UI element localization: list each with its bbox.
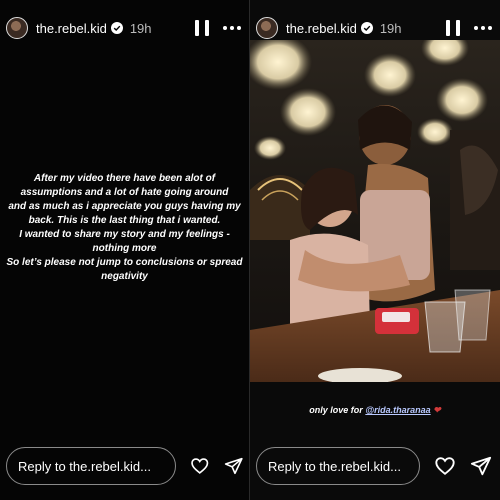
verified-badge-icon [360,22,373,34]
heart-emoji: ❤ [433,405,441,415]
story-text-line: After my video there have been alot of [33,173,216,184]
heart-icon[interactable] [434,455,456,477]
pause-icon[interactable] [446,20,460,36]
story-footer: Reply to the.rebel.kid... [0,446,249,486]
story-text-line: assumptions and a lot of hate going arou… [20,187,229,198]
story-text-line: and as much as i appreciate you guys hav… [8,201,241,212]
story-header: the.rebel.kid 19h [0,10,249,46]
story-footer: Reply to the.rebel.kid... [250,446,500,486]
heart-icon[interactable] [190,455,210,477]
story-photo-image [250,40,500,382]
reply-input[interactable]: Reply to the.rebel.kid... [6,447,176,485]
story-caption: only love for @rida.tharanaa ❤ [250,405,500,416]
more-icon[interactable] [223,26,241,30]
caption-text: only love for [309,405,363,415]
verified-badge-icon [110,22,123,34]
avatar[interactable] [256,17,278,39]
story-text-line: nothing more [92,243,157,254]
username[interactable]: the.rebel.kid [286,21,357,36]
post-time: 19h [129,20,152,36]
story-panel-left: the.rebel.kid 19h After my video there h… [0,0,249,500]
username[interactable]: the.rebel.kid [36,21,107,36]
send-icon[interactable] [224,455,244,477]
mention-link[interactable]: @rida.tharanaa [365,405,430,415]
story-text: After my video there have been alot of a… [6,172,243,284]
story-text-line: So let’s please not jump to conclusions … [6,257,243,268]
story-header: the.rebel.kid 19h [250,10,500,46]
avatar[interactable] [6,17,28,39]
story-text-line: I wanted to share my story and my feelin… [19,229,230,240]
story-photo [250,40,500,382]
story-text-line: back. This is the last thing that i want… [28,215,221,226]
send-icon[interactable] [470,455,492,477]
more-icon[interactable] [474,26,492,30]
story-text-line: negativity [101,271,148,282]
post-time: 19h [379,20,402,36]
story-panel-right: the.rebel.kid 19h only love for @rida.th… [250,0,500,500]
pause-icon[interactable] [195,20,209,36]
reply-input[interactable]: Reply to the.rebel.kid... [256,447,420,485]
